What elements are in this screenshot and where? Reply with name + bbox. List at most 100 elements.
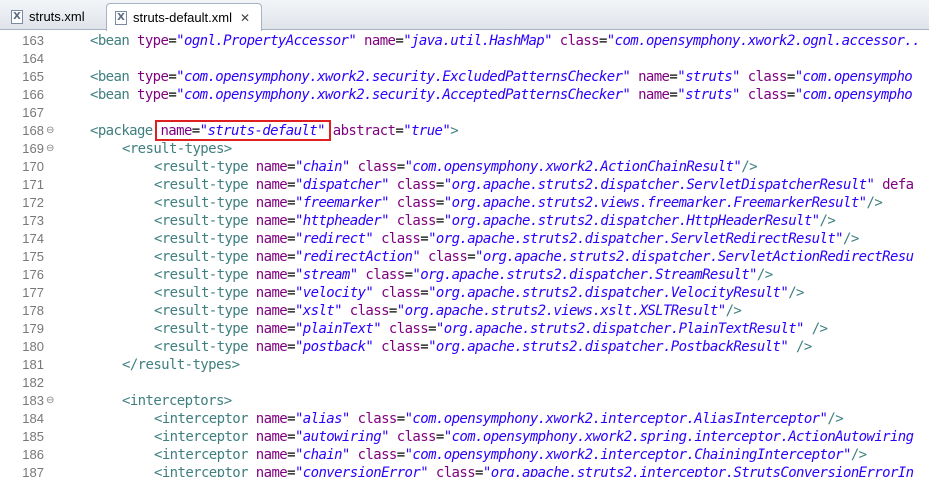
code-line[interactable]: 164 (0, 50, 929, 68)
code-line[interactable]: 172 <result-type name="freemarker" class=… (0, 194, 929, 212)
token-tag: <result-type (154, 177, 249, 193)
token-attr: type (129, 87, 169, 103)
code-text: <result-type name="dispatcher" class="or… (154, 176, 914, 194)
code-line[interactable]: 176 <result-type name="stream" class="org… (0, 266, 929, 284)
token-tag: /> (803, 321, 828, 337)
token-val: "com.opensymphony.xwork2.security.Exclud… (176, 69, 631, 85)
tab-struts-xml[interactable]: X struts.xml (3, 3, 103, 30)
code-line[interactable]: 175 <result-type name="redirectAction" cl… (0, 248, 929, 266)
token-val: "httpheader" (294, 213, 390, 229)
token-val: "freemarker" (294, 195, 390, 211)
code-line[interactable]: 169 ⊖ <result-types> (0, 140, 929, 158)
token-attr: name (247, 249, 288, 265)
close-icon[interactable]: ✕ (240, 11, 250, 25)
code-line[interactable]: 173 <result-type name="httpheader" class=… (0, 212, 929, 230)
token-eq: = (420, 285, 429, 301)
code-text: <interceptor name="conversionError" clas… (154, 464, 914, 477)
code-text: <result-type name="redirectAction" class… (154, 248, 914, 266)
code-line[interactable]: 184 <interceptor name="alias" class="com.… (0, 410, 929, 428)
code-line[interactable]: 186 <interceptor name="chain" class="com.… (0, 446, 929, 464)
line-number: 180 (22, 339, 44, 354)
token-val: "struts" (677, 69, 740, 85)
token-eq: = (396, 447, 405, 463)
code-line[interactable]: 168 ⊖ <package name="struts-default" abstr… (0, 122, 929, 140)
line-number: 164 (22, 51, 44, 66)
code-line[interactable]: 178 <result-type name="xslt" class="org.a… (0, 302, 929, 320)
editor-tab-bar: X struts.xml X struts-default.xml ✕ (0, 0, 929, 31)
token-tag: <interceptor (154, 411, 249, 427)
line-number: 186 (22, 447, 44, 462)
code-line[interactable]: 165 <bean type="com.opensymphony.xwork2.s… (0, 68, 929, 86)
token-eq: = (287, 447, 295, 463)
code-line[interactable]: 163 <bean type="ognl.PropertyAccessor" na… (0, 32, 929, 50)
code-line[interactable]: 166 <bean type="com.opensymphony.xwork2.s… (0, 86, 929, 104)
token-tag: <bean (90, 69, 130, 85)
token-attr: name (247, 267, 288, 283)
code-line[interactable]: 171 <result-type name="dispatcher" class=… (0, 176, 929, 194)
token-attr: class (381, 321, 429, 337)
code-line[interactable]: 182 (0, 374, 929, 392)
code-text: <bean type="ognl.PropertyAccessor" name=… (90, 32, 921, 50)
token-attr: class (388, 177, 437, 193)
line-number: 177 (22, 285, 44, 300)
token-attr: name (247, 339, 288, 355)
token-val: "redirect" (294, 231, 374, 247)
code-line[interactable]: 181 </result-types> (0, 356, 929, 374)
code-text: <result-type name="chain" class="com.ope… (154, 158, 757, 176)
token-val: "org.apache.struts2.views.freemarker.Fre… (443, 195, 867, 211)
tab-label: struts-default.xml (133, 10, 232, 25)
token-attr: type (129, 33, 169, 49)
line-number: 179 (22, 321, 44, 336)
token-val: "redirectAction" (294, 249, 421, 265)
token-eq: = (287, 429, 295, 445)
token-val: "alias" (294, 411, 350, 427)
token-eq: = (287, 285, 295, 301)
token-val: "com.opensymphony.xwork2.security.Accept… (176, 87, 631, 103)
token-attr: class (388, 429, 437, 445)
token-val: "xslt" (294, 303, 343, 319)
code-text: <result-type name="redirect" class="org.… (154, 230, 859, 248)
token-tag: <result-type (154, 213, 249, 229)
token-attr: name (152, 123, 192, 139)
code-line[interactable]: 170 <result-type name="chain" class="com.… (0, 158, 929, 176)
code-text: <result-type name="httpheader" class="or… (154, 212, 836, 230)
token-eq: = (168, 69, 177, 85)
token-tag: <result-type (154, 321, 249, 337)
fold-toggle-icon[interactable]: ⊖ (46, 392, 54, 410)
token-val: "postback" (294, 339, 374, 355)
code-line[interactable]: 174 <result-type name="redirect" class="o… (0, 230, 929, 248)
token-eq: = (287, 177, 295, 193)
tab-struts-default-xml[interactable]: X struts-default.xml ✕ (106, 3, 262, 31)
code-line[interactable]: 179 <result-type name="plainText" class="… (0, 320, 929, 338)
line-number: 178 (22, 303, 44, 318)
token-val: "org.apache.struts2.dispatcher.PlainText… (435, 321, 805, 337)
code-line[interactable]: 185 <interceptor name="autowiring" class=… (0, 428, 929, 446)
token-attr: name (247, 231, 288, 247)
token-val: "com.opensymphony.xwork2.interceptor.Cha… (404, 447, 852, 463)
fold-toggle-icon[interactable]: ⊖ (46, 140, 54, 158)
fold-toggle-icon[interactable]: ⊖ (46, 122, 54, 140)
token-val: "org.apache.struts2.dispatcher.ServletDi… (443, 177, 875, 193)
code-line[interactable]: 187 <interceptor name="conversionError" c… (0, 464, 929, 477)
code-line[interactable]: 177 <result-type name="velocity" class="o… (0, 284, 929, 302)
code-text: <bean type="com.opensymphony.xwork2.secu… (90, 86, 913, 104)
token-attr: class (357, 267, 405, 283)
token-eq: = (287, 195, 295, 211)
token-eq: = (420, 339, 429, 355)
token-attr: class (388, 195, 437, 211)
token-val: "plainText" (294, 321, 382, 337)
code-editor[interactable]: 163 <bean type="ognl.PropertyAccessor" na… (0, 31, 929, 477)
token-attr: class (373, 285, 421, 301)
token-val: "com.opensymphony.xwork2.spring.intercep… (443, 429, 914, 445)
token-eq: = (435, 213, 444, 229)
token-attr: name (247, 285, 288, 301)
line-number: 183 (22, 393, 44, 408)
token-attr: class (428, 465, 476, 477)
line-number: 166 (22, 87, 44, 102)
token-attr: class (551, 33, 600, 49)
token-attr: name (630, 87, 670, 103)
code-line[interactable]: 183 ⊖ <interceptors> (0, 392, 929, 410)
token-eq: = (287, 321, 295, 337)
code-line[interactable]: 167 (0, 104, 929, 122)
code-line[interactable]: 180 <result-type name="postback" class="o… (0, 338, 929, 356)
